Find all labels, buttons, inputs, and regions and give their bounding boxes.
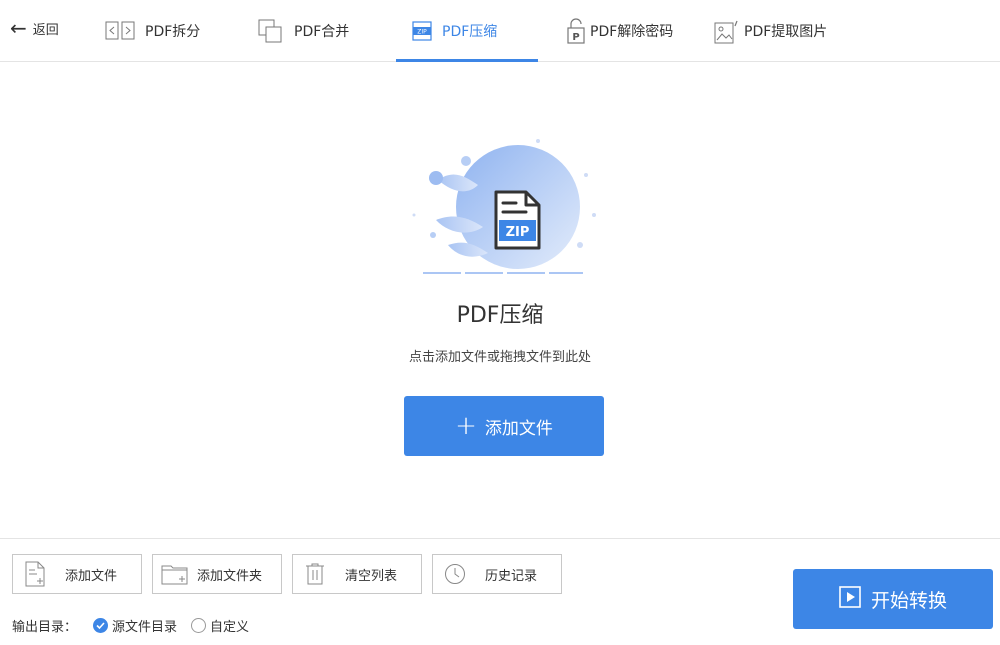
image-icon <box>714 18 740 44</box>
back-button[interactable]: ← 返回 <box>10 16 59 40</box>
plus-icon: + <box>455 411 477 441</box>
play-icon <box>839 586 861 612</box>
tab-pdf-split[interactable]: PDF拆分 <box>105 0 200 62</box>
toolbar-label: 添加文件 <box>65 568 118 584</box>
radio-label: 源文件目录 <box>112 619 178 635</box>
clock-icon <box>433 563 477 585</box>
tab-label: PDF合并 <box>294 24 350 40</box>
check-icon <box>93 617 109 633</box>
add-file-icon <box>13 561 57 587</box>
back-label: 返回 <box>32 22 59 38</box>
radio-circle-icon <box>191 617 207 633</box>
radio-custom-directory[interactable]: 自定义 <box>191 616 249 635</box>
start-conversion-button[interactable]: 开始转换 <box>793 569 993 629</box>
svg-text:P: P <box>572 32 579 43</box>
add-file-label: 添加文件 <box>484 418 553 439</box>
clear-list-button[interactable]: 清空列表 <box>292 554 422 594</box>
unlock-icon: P <box>566 18 586 44</box>
arrow-left-icon: ← <box>10 16 27 40</box>
trash-icon <box>293 563 337 585</box>
add-file-button[interactable]: 添加文件 <box>12 554 142 594</box>
divider <box>0 538 1000 539</box>
radio-source-directory[interactable]: 源文件目录 <box>93 616 177 635</box>
tab-label: PDF提取图片 <box>744 24 828 40</box>
toolbar-label: 添加文件夹 <box>197 568 263 584</box>
add-folder-button[interactable]: 添加文件夹 <box>152 554 282 594</box>
start-conversion-label: 开始转换 <box>870 589 947 612</box>
toolbar-label: 清空列表 <box>345 568 398 584</box>
output-directory-label: 输出目录： <box>12 619 78 635</box>
split-icon <box>105 20 135 42</box>
history-button[interactable]: 历史记录 <box>432 554 562 594</box>
add-folder-icon <box>153 563 197 585</box>
active-tab-indicator <box>396 59 538 62</box>
add-file-primary-button[interactable]: + 添加文件 <box>404 396 604 456</box>
top-bar: ← 返回 PDF拆分 PDF合并 ZIP PDF压缩 P PDF解除密码 PDF… <box>0 0 1000 62</box>
toolbar-label: 历史记录 <box>485 568 538 584</box>
zip-icon: ZIP <box>412 21 432 41</box>
tab-pdf-merge[interactable]: PDF合并 <box>258 0 349 62</box>
zip-badge: ZIP <box>506 225 530 240</box>
drop-hint: 点击添加文件或拖拽文件到此处 <box>408 350 591 365</box>
tab-pdf-compress[interactable]: ZIP PDF压缩 <box>412 0 497 62</box>
tab-label: PDF解除密码 <box>590 24 674 40</box>
tab-pdf-unlock[interactable]: P PDF解除密码 <box>566 0 673 62</box>
svg-text:ZIP: ZIP <box>417 29 427 36</box>
tab-label: PDF压缩 <box>442 24 498 40</box>
tab-label: PDF拆分 <box>145 24 201 40</box>
page-title: PDF压缩 <box>456 303 544 328</box>
radio-label: 自定义 <box>210 619 250 635</box>
merge-icon <box>258 19 284 43</box>
tab-pdf-extract-images[interactable]: PDF提取图片 <box>714 0 827 62</box>
output-directory-row: 输出目录： 源文件目录 自定义 <box>12 616 263 635</box>
zip-file-illustration: ZIP <box>408 135 608 280</box>
